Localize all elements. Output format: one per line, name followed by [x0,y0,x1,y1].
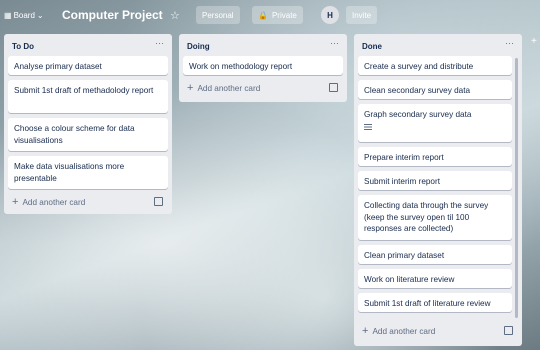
team-visibility-button[interactable]: Personal [196,6,240,24]
template-icon[interactable] [504,326,513,335]
card[interactable]: Collecting data through the survey (keep… [358,195,512,240]
board-view-switcher[interactable]: ▦ Board ⌄ [4,6,44,24]
chevron-down-icon: ⌄ [36,10,44,20]
invite-button[interactable]: Invite [346,6,378,24]
list-to-do: To Do ··· Analyse primary dataset Submit… [4,34,172,214]
add-card-label: Add another card [22,197,86,207]
card[interactable]: Create a survey and distribute [358,56,512,75]
card[interactable]: Graph secondary survey data [358,104,512,142]
add-card-label: Add another card [197,83,261,93]
list-doing: Doing ··· Work on methodology report + A… [179,34,347,102]
list-title[interactable]: Done [362,42,382,51]
ellipsis-icon[interactable]: ··· [505,38,514,48]
card[interactable]: Analyse primary dataset [8,56,168,75]
list-scrollbar[interactable] [515,58,518,318]
add-list-icon[interactable]: + [531,36,537,47]
card[interactable]: Submit 1st draft of literature review [358,293,512,312]
template-icon[interactable] [329,83,338,92]
list-title[interactable]: To Do [12,42,34,51]
description-icon [364,123,372,130]
plus-icon: + [362,325,369,337]
lock-icon: 🔒 [258,10,268,20]
card[interactable]: Prepare interim report [358,147,512,166]
add-card-button[interactable]: + Add another card [362,325,435,337]
add-card-button[interactable]: + Add another card [187,82,260,94]
list-title[interactable]: Doing [187,42,210,51]
board-title[interactable]: Computer Project [62,6,163,24]
ellipsis-icon[interactable]: ··· [155,38,164,48]
board-view-label: Board [13,10,35,20]
avatar[interactable]: H [321,6,339,24]
star-icon[interactable]: ☆ [170,6,180,24]
card[interactable]: Choose a colour scheme for data visualis… [8,118,168,151]
card[interactable]: Work on literature review [358,269,512,288]
card[interactable]: Submit 1st draft of methadolody report [8,80,168,113]
plus-icon: + [12,196,19,208]
card[interactable]: Work on methodology report [183,56,343,75]
card[interactable]: Clean primary dataset [358,245,512,264]
card[interactable]: Make data visualisations more presentabl… [8,156,168,189]
privacy-button[interactable]: 🔒 Private [252,6,303,24]
add-card-label: Add another card [372,326,436,336]
template-icon[interactable] [154,197,163,206]
card[interactable]: Clean secondary survey data [358,80,512,99]
card-title: Graph secondary survey data [364,110,472,119]
plus-icon: + [187,82,194,94]
list-done: Done ··· Create a survey and distribute … [354,34,522,346]
privacy-label: Private [271,10,297,20]
board-icon: ▦ [4,10,12,20]
ellipsis-icon[interactable]: ··· [330,38,339,48]
card[interactable]: Submit interim report [358,171,512,190]
board-header: ▦ Board ⌄ Computer Project ☆ Personal 🔒 … [0,0,540,30]
add-card-button[interactable]: + Add another card [12,196,85,208]
